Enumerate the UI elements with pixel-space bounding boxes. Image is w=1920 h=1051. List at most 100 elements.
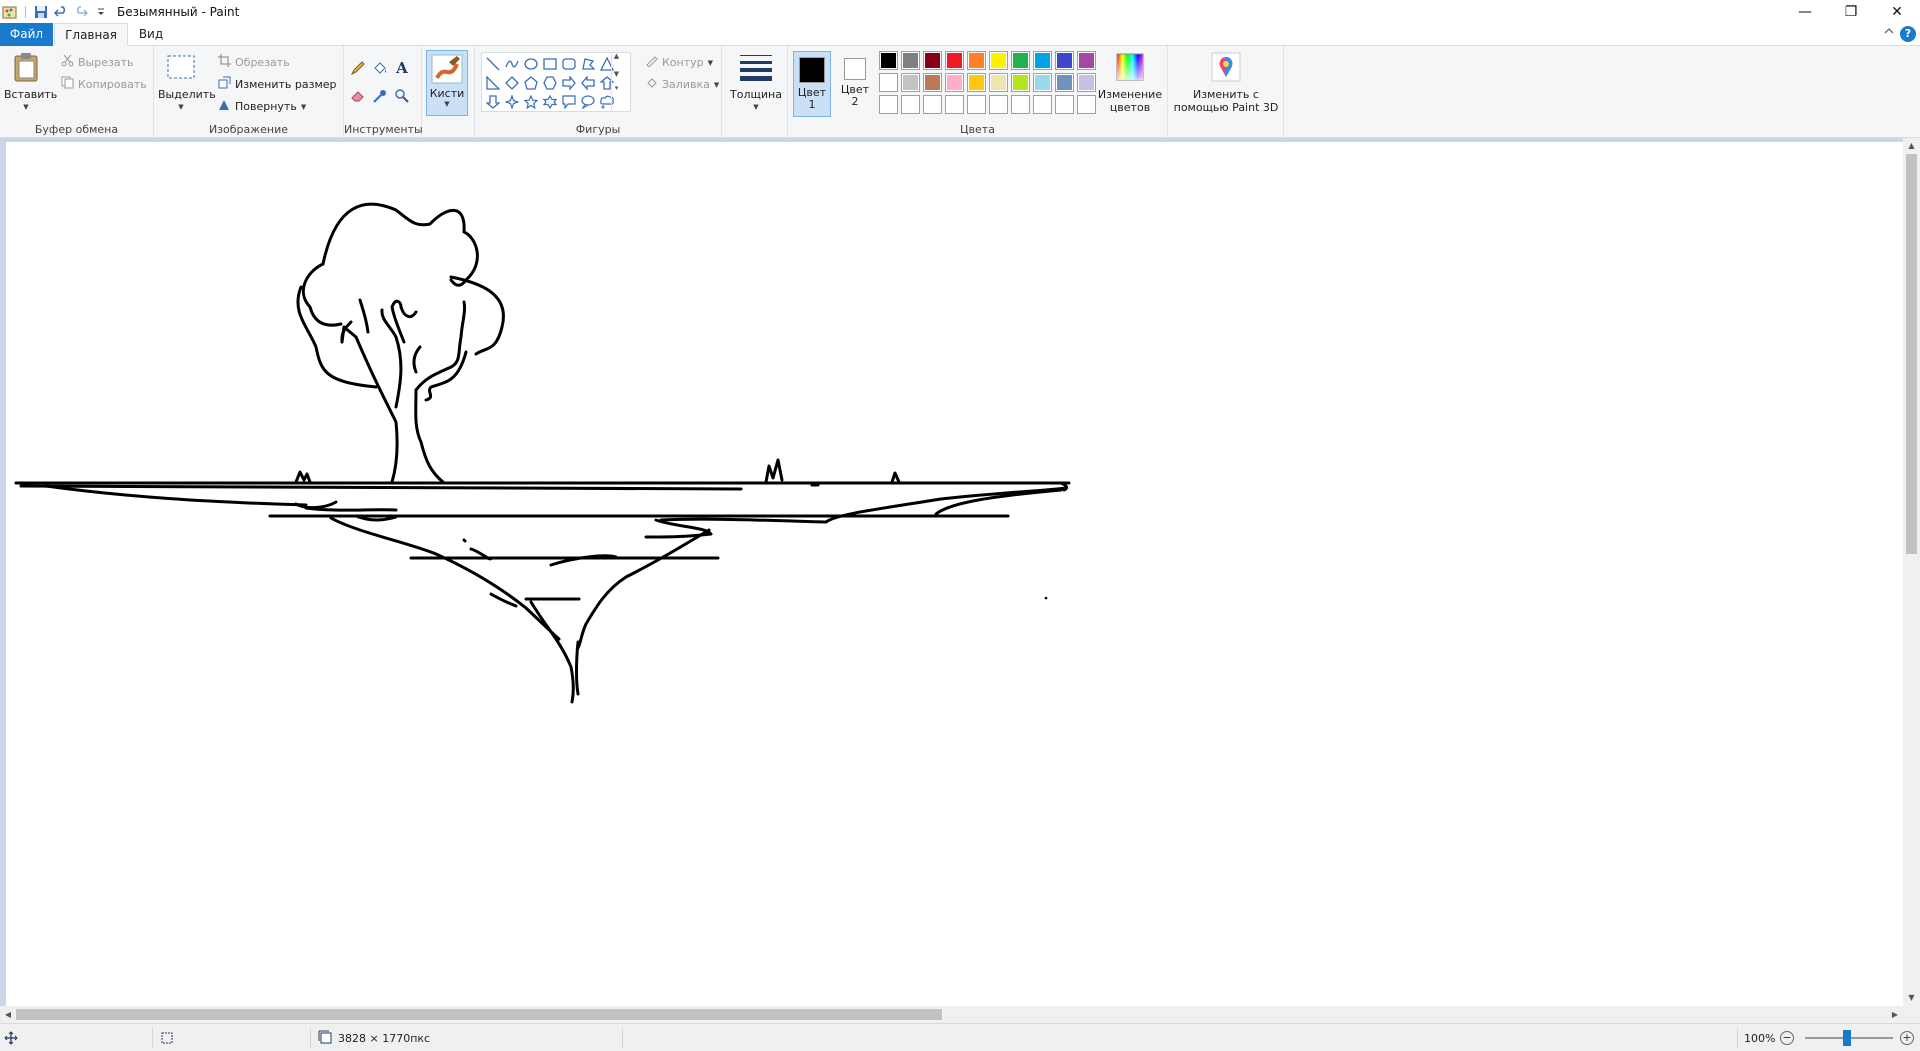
edit-with-paint3d-button[interactable]: Изменить с помощью Paint 3D	[1172, 52, 1280, 114]
save-icon[interactable]	[33, 4, 49, 20]
pentagon-shape-icon[interactable]	[522, 74, 540, 92]
fill-bucket-icon[interactable]	[370, 58, 390, 78]
customize-qat-icon[interactable]	[93, 4, 109, 20]
eraser-icon[interactable]	[348, 86, 368, 106]
vertical-scrollbar[interactable]: ▲ ▼	[1903, 138, 1920, 1006]
cut-button[interactable]: Вырезать	[61, 54, 133, 71]
restore-button[interactable]: ❐	[1828, 0, 1874, 23]
fill-button[interactable]: Заливка ▼	[645, 76, 719, 93]
tab-view[interactable]: Вид	[136, 23, 166, 46]
down-arrow-shape-icon[interactable]	[484, 93, 502, 111]
six-point-star-shape-icon[interactable]	[541, 93, 559, 111]
palette-swatch[interactable]	[1077, 73, 1096, 92]
palette-swatch[interactable]	[923, 95, 942, 114]
help-icon[interactable]: ?	[1900, 26, 1916, 42]
palette-swatch[interactable]	[1055, 73, 1074, 92]
palette-swatch[interactable]	[1033, 73, 1052, 92]
resize-button[interactable]: Изменить размер	[218, 76, 337, 93]
polygon-shape-icon[interactable]	[579, 55, 597, 73]
close-button[interactable]: ✕	[1874, 0, 1920, 23]
horizontal-scrollbar[interactable]: ◀ ▶	[0, 1006, 1903, 1023]
palette-swatch[interactable]	[1055, 51, 1074, 70]
color2-button[interactable]: Цвет 2	[836, 51, 874, 117]
drawing-canvas[interactable]	[6, 142, 1903, 1006]
right-arrow-shape-icon[interactable]	[560, 74, 578, 92]
scroll-down-icon[interactable]: ▼	[1903, 990, 1920, 1006]
palette-swatch[interactable]	[1033, 95, 1052, 114]
palette-swatch[interactable]	[945, 95, 964, 114]
vertical-scroll-thumb[interactable]	[1906, 154, 1917, 554]
paste-dropdown-icon[interactable]: ▼	[4, 101, 48, 114]
zoom-in-button[interactable]: +	[1900, 1031, 1914, 1045]
oval-shape-icon[interactable]	[522, 55, 540, 73]
palette-swatch[interactable]	[1011, 73, 1030, 92]
tab-home[interactable]: Главная	[54, 23, 128, 47]
four-point-star-shape-icon[interactable]	[503, 93, 521, 111]
curve-shape-icon[interactable]	[503, 55, 521, 73]
paste-button[interactable]: Вставить ▼	[4, 52, 57, 114]
horizontal-scroll-thumb[interactable]	[16, 1009, 942, 1020]
right-triangle-shape-icon[interactable]	[484, 74, 502, 92]
palette-swatch[interactable]	[1077, 51, 1096, 70]
palette-swatch[interactable]	[901, 73, 920, 92]
tab-file[interactable]: Файл	[0, 23, 53, 46]
scroll-right-icon[interactable]: ▶	[1887, 1006, 1903, 1023]
paint-app-icon[interactable]	[2, 4, 18, 20]
minimize-button[interactable]: —	[1782, 0, 1828, 23]
scroll-up-icon[interactable]: ▲	[1903, 138, 1920, 154]
palette-swatch[interactable]	[879, 73, 898, 92]
palette-swatch[interactable]	[1033, 51, 1052, 70]
rounded-rectangle-shape-icon[interactable]	[560, 55, 578, 73]
palette-swatch[interactable]	[967, 95, 986, 114]
palette-swatch[interactable]	[945, 51, 964, 70]
palette-swatch[interactable]	[989, 51, 1008, 70]
line-shape-icon[interactable]	[484, 55, 502, 73]
copy-button[interactable]: Копировать	[61, 76, 147, 93]
undo-icon[interactable]	[53, 4, 69, 20]
scroll-left-icon[interactable]: ◀	[0, 1006, 16, 1023]
shapes-scroll-up-icon[interactable]: ▲	[612, 52, 621, 60]
shapes-scroll-down-icon[interactable]: ▼	[612, 70, 621, 78]
collapse-ribbon-icon[interactable]	[1884, 26, 1894, 39]
zoom-slider-thumb[interactable]	[1843, 1030, 1851, 1046]
magnifier-icon[interactable]	[392, 86, 412, 106]
shapes-expand-icon[interactable]: ▾	[612, 84, 621, 92]
redo-icon[interactable]	[73, 4, 89, 20]
left-arrow-shape-icon[interactable]	[579, 74, 597, 92]
color1-button[interactable]: Цвет 1	[793, 51, 831, 117]
palette-swatch[interactable]	[879, 51, 898, 70]
brushes-button[interactable]: Кисти ▼	[426, 50, 468, 116]
rect-callout-shape-icon[interactable]	[560, 93, 578, 111]
edit-colors-button[interactable]: Изменение цветов	[1096, 52, 1164, 114]
color-picker-icon[interactable]	[370, 86, 390, 106]
palette-swatch[interactable]	[967, 73, 986, 92]
palette-swatch[interactable]	[989, 73, 1008, 92]
zoom-out-button[interactable]: −	[1780, 1031, 1794, 1045]
size-button[interactable]: Толщина ▼	[730, 52, 782, 114]
outline-button[interactable]: Контур ▼	[645, 54, 713, 71]
select-button[interactable]: Выделить ▼	[158, 52, 216, 114]
palette-swatch[interactable]	[945, 73, 964, 92]
palette-swatch[interactable]	[901, 95, 920, 114]
diamond-shape-icon[interactable]	[503, 74, 521, 92]
palette-swatch[interactable]	[923, 73, 942, 92]
select-dropdown-icon[interactable]: ▼	[158, 101, 204, 114]
hexagon-shape-icon[interactable]	[541, 74, 559, 92]
palette-swatch[interactable]	[879, 95, 898, 114]
pencil-icon[interactable]	[348, 58, 368, 78]
rectangle-shape-icon[interactable]	[541, 55, 559, 73]
palette-swatch[interactable]	[967, 51, 986, 70]
crop-button[interactable]: Обрезать	[218, 54, 290, 71]
palette-swatch[interactable]	[1011, 51, 1030, 70]
palette-swatch[interactable]	[1011, 95, 1030, 114]
oval-callout-shape-icon[interactable]	[579, 93, 597, 111]
palette-swatch[interactable]	[923, 51, 942, 70]
palette-swatch[interactable]	[1077, 95, 1096, 114]
rotate-button[interactable]: Повернуть ▼	[218, 98, 306, 115]
palette-swatch[interactable]	[1055, 95, 1074, 114]
text-tool-icon[interactable]: A	[392, 58, 412, 78]
five-point-star-shape-icon[interactable]	[522, 93, 540, 111]
palette-swatch[interactable]	[901, 51, 920, 70]
shapes-scroll[interactable]: ▲ ▼ ▾	[611, 52, 621, 112]
palette-swatch[interactable]	[989, 95, 1008, 114]
